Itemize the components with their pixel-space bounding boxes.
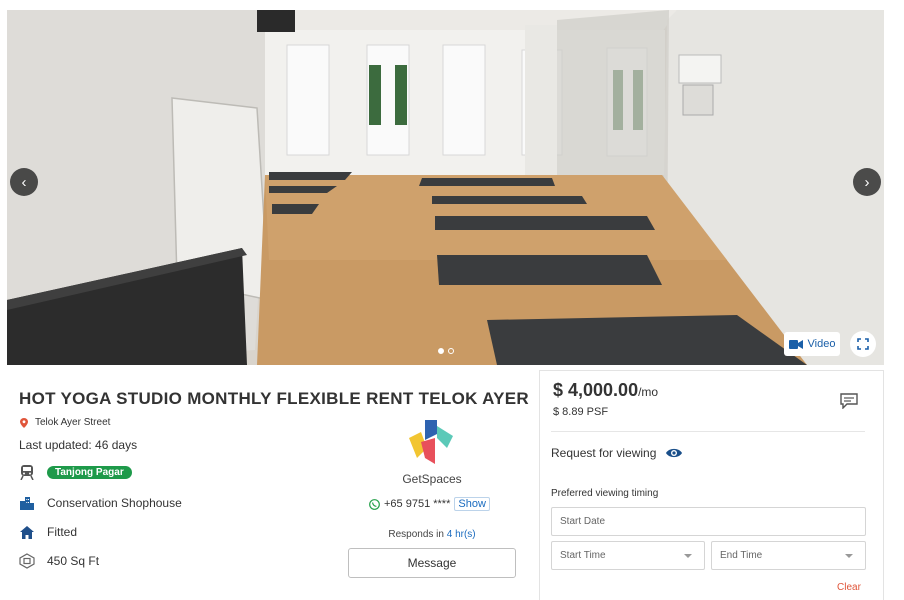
chat-icon[interactable] (840, 393, 858, 409)
property-type: Conservation Shophouse (47, 496, 182, 510)
end-time-select[interactable]: End Time (711, 541, 866, 570)
end-time-placeholder: End Time (720, 550, 763, 561)
pagination-dot-2[interactable] (448, 348, 454, 354)
last-updated: Last updated: 46 days (19, 438, 138, 452)
response-time: Responds in 4 hr(s) (349, 529, 515, 540)
listing-photo (7, 10, 884, 365)
request-viewing[interactable]: Request for viewing (551, 446, 683, 460)
caret-down-icon (684, 554, 692, 558)
fullscreen-button[interactable] (850, 331, 876, 357)
photo-gallery[interactable]: ‹ › Video (7, 10, 884, 365)
previous-photo-button[interactable]: ‹ (10, 168, 38, 196)
home-icon (19, 524, 35, 540)
feature-property-type: Conservation Shophouse (19, 495, 182, 511)
train-icon (19, 464, 35, 480)
feature-furnishing: Fitted (19, 524, 77, 540)
caret-down-icon (845, 554, 853, 558)
clear-button[interactable]: Clear (837, 582, 861, 593)
message-button[interactable]: Message (348, 548, 516, 578)
feature-mrt: Tanjong Pagar (19, 464, 132, 480)
gallery-pagination (438, 348, 454, 354)
preferred-timing-label: Preferred viewing timing (551, 488, 659, 499)
chevron-right-icon: › (864, 173, 870, 191)
location-pin-icon (20, 417, 28, 428)
price-period: /mo (638, 385, 659, 399)
fullscreen-icon (857, 338, 869, 350)
panel-divider (551, 431, 865, 432)
video-camera-icon (788, 339, 803, 349)
start-date-placeholder: Start Date (560, 516, 606, 527)
responds-prefix: Responds in (388, 529, 444, 540)
show-phone-button[interactable]: Show (454, 497, 490, 511)
start-time-select[interactable]: Start Time (551, 541, 705, 570)
feature-size: 450 Sq Ft (19, 553, 99, 569)
building-icon (19, 495, 35, 511)
listing-title: HOT YOGA STUDIO MONTHLY FLEXIBLE RENT TE… (19, 389, 529, 408)
start-time-placeholder: Start Time (560, 550, 606, 561)
whatsapp-icon (369, 498, 380, 510)
agent-phone: +65 9751 **** Show (369, 497, 490, 511)
floor-area: 450 Sq Ft (47, 554, 100, 568)
responds-time: 4 hr(s) (446, 529, 476, 540)
start-date-field[interactable]: Start Date (551, 507, 866, 536)
price: $ 4,000.00/mo (553, 380, 658, 401)
eye-icon (666, 448, 683, 458)
mrt-badge: Tanjong Pagar (47, 465, 132, 479)
phone-number: +65 9751 **** (384, 498, 451, 510)
address-text: Telok Ayer Street (35, 417, 111, 428)
price-psf: $ 8.89 PSF (553, 406, 609, 418)
video-button-label: Video (807, 338, 836, 350)
agent-name: GetSpaces (402, 472, 462, 486)
video-button[interactable]: Video (784, 332, 840, 356)
price-amount: $ 4,000.00 (553, 380, 639, 400)
pagination-dot-1[interactable] (438, 348, 444, 354)
request-viewing-label: Request for viewing (551, 446, 657, 460)
floor-area-icon (19, 553, 35, 569)
chevron-left-icon: ‹ (21, 173, 27, 191)
getspaces-logo (409, 420, 453, 464)
next-photo-button[interactable]: › (853, 168, 881, 196)
listing-address: Telok Ayer Street (20, 417, 110, 428)
furnishing: Fitted (47, 525, 78, 539)
